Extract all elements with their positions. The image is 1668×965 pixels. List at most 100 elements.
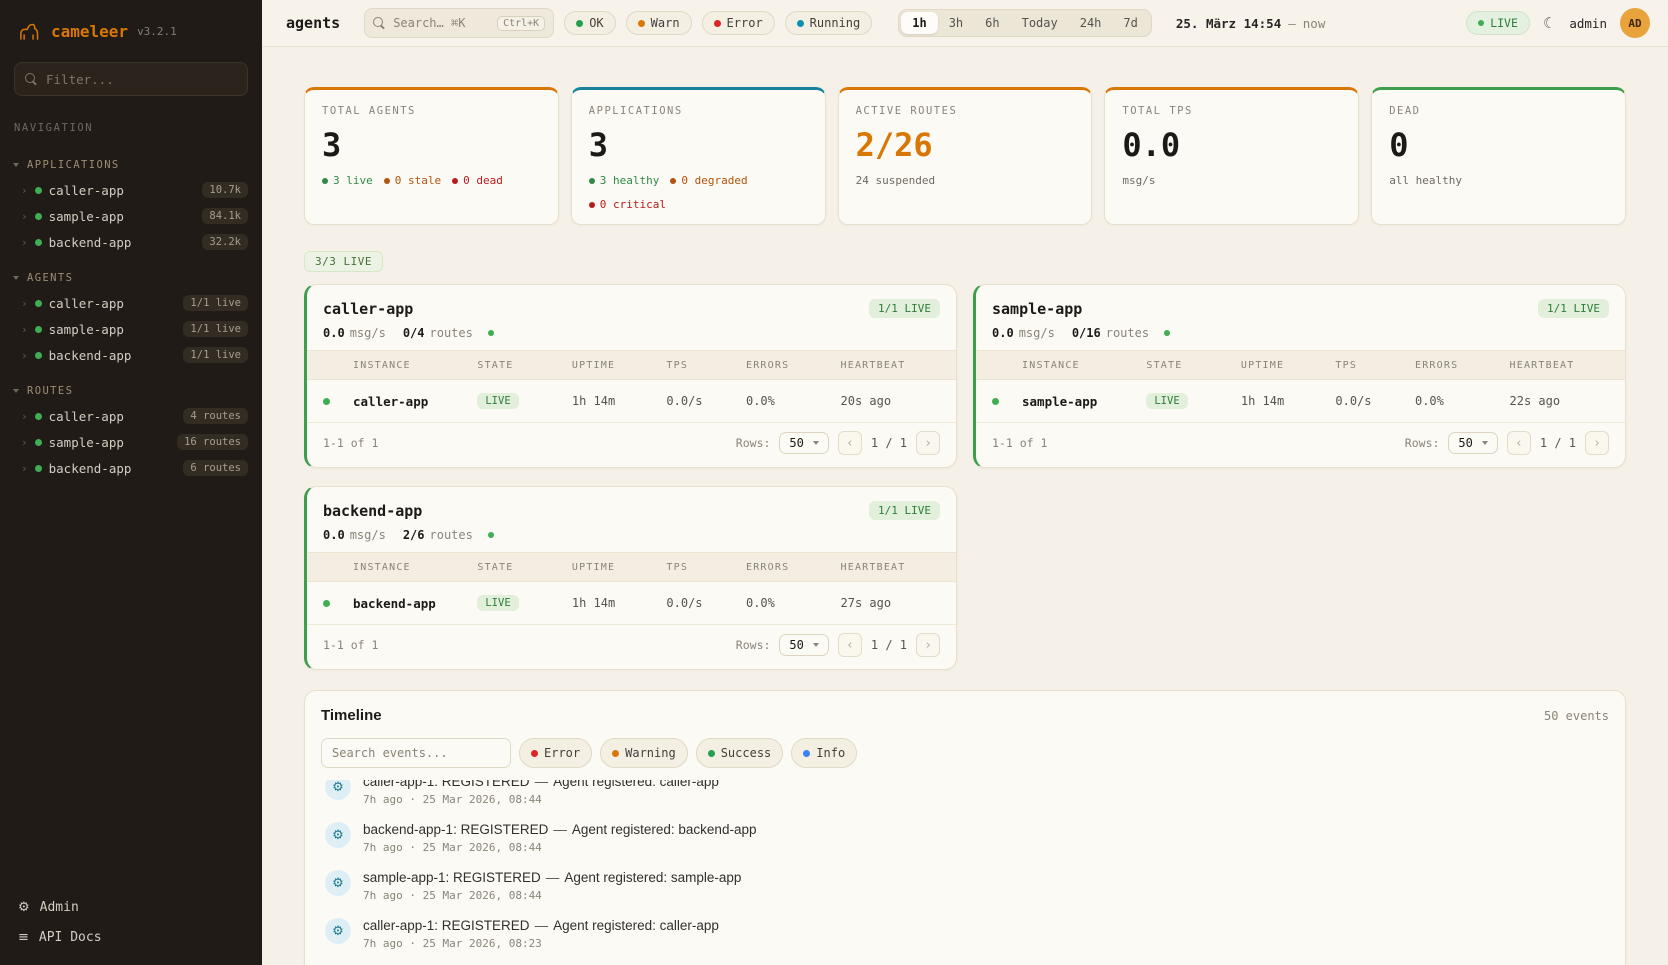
- stat-value: 3: [322, 126, 541, 164]
- sidebar-item-caller-app-agent[interactable]: › caller-app 1/1 live: [0, 290, 262, 316]
- sidebar-item-admin[interactable]: ⚙ Admin: [18, 900, 244, 915]
- section-header-agents[interactable]: AGENTS: [0, 265, 262, 290]
- chevron-left-icon: ‹: [1515, 436, 1523, 451]
- state-badge: LIVE: [477, 393, 518, 409]
- sidebar-item-sample-app-routes[interactable]: › sample-app 16 routes: [0, 429, 262, 455]
- filter-chip-error[interactable]: Error: [702, 11, 775, 35]
- item-badge: 16 routes: [177, 434, 248, 450]
- chevron-right-icon: ›: [21, 323, 28, 336]
- chip-label: Warn: [651, 16, 680, 30]
- range-today[interactable]: Today: [1011, 12, 1069, 34]
- stat-value: 2/26: [856, 126, 1075, 164]
- rows-per-page-value: 50: [1458, 436, 1472, 450]
- status-dot: [35, 213, 42, 220]
- range-3h[interactable]: 3h: [938, 12, 974, 34]
- sidebar-item-api-docs[interactable]: ≡ API Docs: [18, 930, 244, 945]
- status-dot: [35, 413, 42, 420]
- column-state: STATE: [1146, 360, 1241, 371]
- filter-input[interactable]: [46, 72, 237, 87]
- sidebar-filter[interactable]: [14, 62, 248, 96]
- table-row[interactable]: backend-app LIVE 1h 14m 0.0/s 0.0% 27s a…: [307, 582, 956, 624]
- column-errors: ERRORS: [746, 562, 841, 573]
- sidebar-item-caller-app[interactable]: › caller-app 10.7k: [0, 177, 262, 203]
- rows-per-page-value: 50: [789, 436, 803, 450]
- range-7d[interactable]: 7d: [1112, 12, 1148, 34]
- column-errors: ERRORS: [1415, 360, 1510, 371]
- stat-meta-text: msg/s: [1122, 174, 1155, 187]
- sidebar-footer: ⚙ Admin ≡ API Docs: [0, 888, 262, 965]
- avatar[interactable]: AD: [1620, 8, 1650, 38]
- cell-instance: sample-app: [1022, 394, 1146, 409]
- rows-label: Rows:: [736, 436, 771, 450]
- sidebar-item-backend-app-agent[interactable]: › backend-app 1/1 live: [0, 342, 262, 368]
- rows-per-page-value: 50: [789, 638, 803, 652]
- global-search[interactable]: Ctrl+K: [364, 8, 554, 38]
- chip-label: Error: [544, 746, 580, 760]
- range-24h[interactable]: 24h: [1069, 12, 1113, 34]
- table-footer: 1-1 of 1 Rows: 50 ‹ 1 / 1 ›: [976, 422, 1625, 467]
- filter-chip-warn[interactable]: Warn: [626, 11, 692, 35]
- rows-per-page-select[interactable]: 50: [1448, 432, 1497, 454]
- cell-heartbeat: 22s ago: [1510, 394, 1609, 408]
- rows-label: Rows:: [1405, 436, 1440, 450]
- dark-mode-toggle[interactable]: ☾: [1543, 14, 1556, 32]
- timeline-chip-success[interactable]: Success: [696, 738, 784, 768]
- item-label: backend-app: [49, 461, 177, 476]
- timeline-event-list[interactable]: ⚙ caller-app-1: REGISTERED—Agent registe…: [321, 780, 1609, 965]
- cell-uptime: 1h 14m: [572, 394, 667, 408]
- column-uptime: UPTIME: [572, 360, 667, 371]
- timeline-search-input[interactable]: [321, 738, 511, 768]
- item-label: caller-app: [49, 183, 196, 198]
- filter-chip-ok[interactable]: OK: [564, 11, 615, 35]
- rows-per-page-select[interactable]: 50: [779, 432, 828, 454]
- sidebar-section-routes: ROUTES › caller-app 4 routes › sample-ap…: [0, 378, 262, 481]
- prev-page-button[interactable]: ‹: [1507, 431, 1531, 455]
- item-label: caller-app: [49, 296, 177, 311]
- cell-tps: 0.0/s: [666, 596, 746, 610]
- table-row[interactable]: sample-app LIVE 1h 14m 0.0/s 0.0% 22s ag…: [976, 380, 1625, 422]
- section-header-routes[interactable]: ROUTES: [0, 378, 262, 403]
- item-label: sample-app: [49, 209, 196, 224]
- item-badge: 10.7k: [202, 182, 248, 198]
- stat-label: DEAD: [1389, 105, 1608, 117]
- next-page-button[interactable]: ›: [916, 431, 940, 455]
- sidebar-item-backend-app-routes[interactable]: › backend-app 6 routes: [0, 455, 262, 481]
- timeline-chip-warning[interactable]: Warning: [600, 738, 688, 768]
- event-title: backend-app-1: REGISTERED: [363, 822, 548, 837]
- sidebar-item-sample-app[interactable]: › sample-app 84.1k: [0, 203, 262, 229]
- timeline-chip-info[interactable]: Info: [791, 738, 857, 768]
- search-input[interactable]: [393, 16, 490, 30]
- prev-page-button[interactable]: ‹: [838, 633, 862, 657]
- main-area: agents Ctrl+K OK Warn Error Running 1h 3…: [262, 0, 1668, 965]
- range-1h[interactable]: 1h: [901, 12, 937, 34]
- table-row[interactable]: caller-app LIVE 1h 14m 0.0/s 0.0% 20s ag…: [307, 380, 956, 422]
- timeline-title: Timeline: [321, 707, 382, 724]
- rows-per-page-select[interactable]: 50: [779, 634, 828, 656]
- health-dot: [1164, 330, 1170, 336]
- sidebar-item-backend-app[interactable]: › backend-app 32.2k: [0, 229, 262, 255]
- filter-chip-running[interactable]: Running: [785, 11, 873, 35]
- routes-unit: routes: [430, 326, 473, 340]
- datetime-start: 25. März 14:54: [1176, 16, 1281, 31]
- sidebar-item-sample-app-agent[interactable]: › sample-app 1/1 live: [0, 316, 262, 342]
- search-icon: [25, 73, 38, 86]
- status-dot: [589, 202, 595, 208]
- status-dot: [322, 178, 328, 184]
- search-icon: [373, 17, 386, 30]
- next-page-button[interactable]: ›: [916, 633, 940, 657]
- stat-card-applications: APPLICATIONS 3 3 healthy 0 degraded 0 cr…: [571, 87, 826, 225]
- chip-label: Success: [721, 746, 772, 760]
- section-header-applications[interactable]: APPLICATIONS: [0, 152, 262, 177]
- status-dot: [708, 750, 715, 757]
- timeline-chip-error[interactable]: Error: [519, 738, 592, 768]
- timeline-card: Timeline 50 events Error Warning Success: [304, 690, 1626, 965]
- event-separator: —: [535, 918, 549, 933]
- range-6h[interactable]: 6h: [974, 12, 1010, 34]
- event-separator: —: [546, 870, 560, 885]
- prev-page-button[interactable]: ‹: [838, 431, 862, 455]
- chevron-down-icon: [813, 441, 819, 445]
- next-page-button[interactable]: ›: [1585, 431, 1609, 455]
- state-badge: LIVE: [1146, 393, 1187, 409]
- cell-errors: 0.0%: [746, 596, 841, 610]
- sidebar-item-caller-app-routes[interactable]: › caller-app 4 routes: [0, 403, 262, 429]
